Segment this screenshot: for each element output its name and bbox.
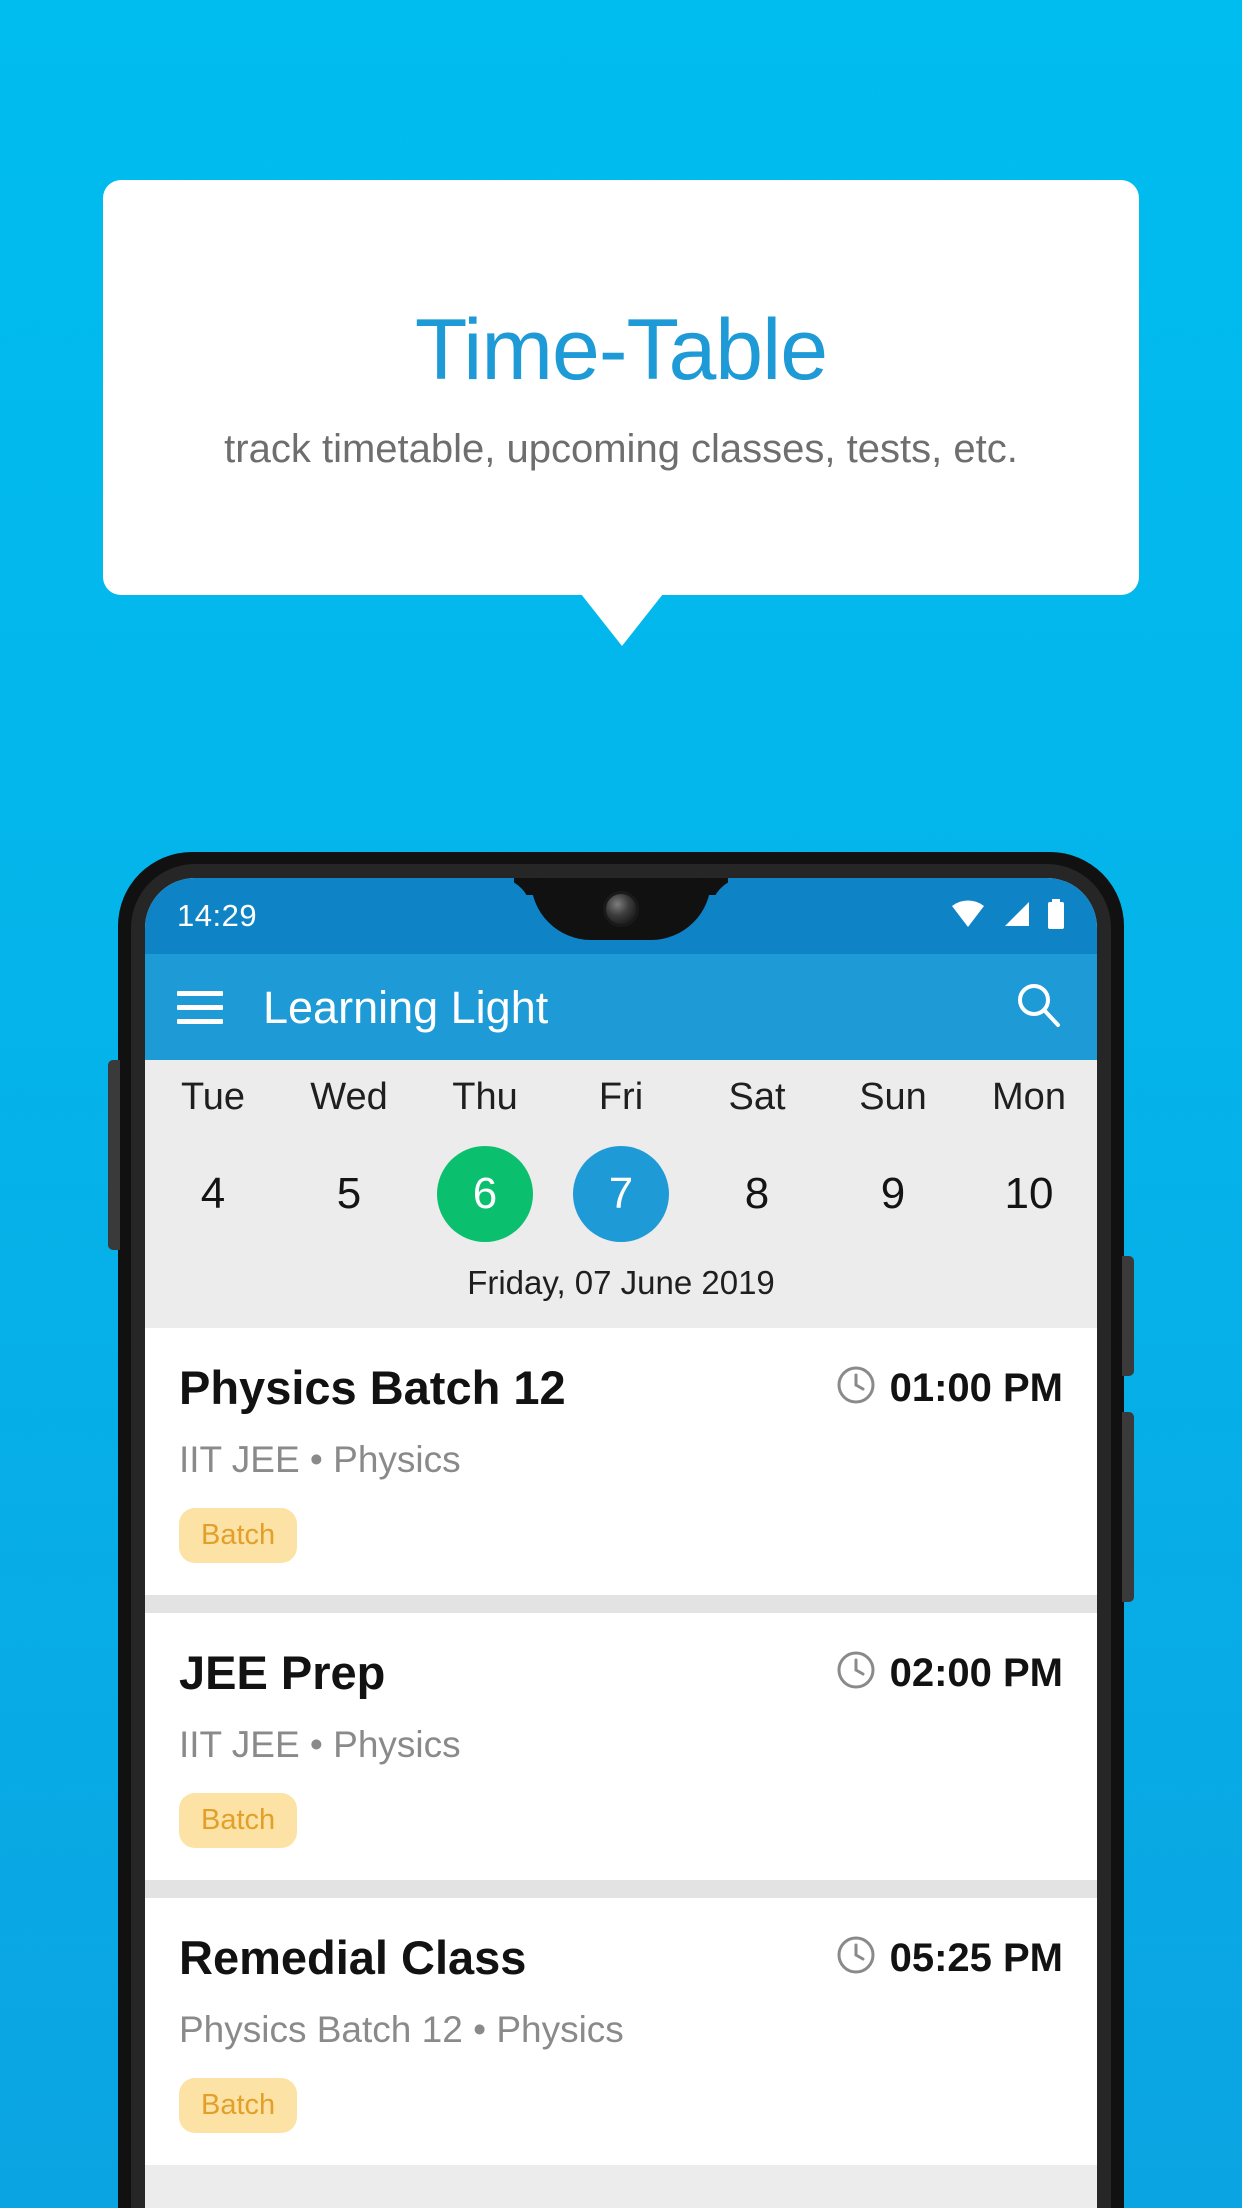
left-side-button[interactable] (108, 1060, 120, 1250)
volume-button[interactable] (1122, 1412, 1134, 1602)
event-time-group: 05:25 PM (836, 1935, 1063, 1980)
event-card[interactable]: JEE Prep 02:00 PM IIT JEE • Physics Batc… (145, 1613, 1097, 1880)
event-card[interactable]: Physics Batch 12 01:00 PM IIT JEE • Phys… (145, 1328, 1097, 1595)
event-card[interactable]: Remedial Class 05:25 PM Physics Batch 12… (145, 1898, 1097, 2165)
day-name-label: Thu (452, 1076, 518, 1118)
event-subtitle: IIT JEE • Physics (179, 1439, 461, 1480)
phone-mockup: 14:29 Learning Light Tue Wed Thu Fri Sat… (108, 852, 1134, 2208)
event-title: JEE Prep (179, 1646, 386, 1699)
app-bar-title: Learning Light (263, 981, 549, 1033)
event-subtitle: IIT JEE • Physics (179, 1724, 461, 1765)
event-title: Physics Batch 12 (179, 1361, 566, 1414)
promo-bubble: Time-Table track timetable, upcoming cla… (103, 180, 1139, 595)
day-number-label: 9 (880, 1169, 906, 1218)
status-bar-icons (951, 898, 1065, 934)
calendar-day-cell[interactable]: Mon (961, 1076, 1097, 1138)
calendar-date-cell-6[interactable]: 6 (417, 1146, 553, 1242)
event-time: 05:25 PM (889, 1935, 1063, 1980)
event-card-header: JEE Prep 02:00 PM (179, 1649, 1063, 1696)
day-name-label: Fri (598, 1076, 644, 1118)
speech-bubble-tail (581, 594, 663, 646)
event-time-group: 01:00 PM (836, 1365, 1063, 1410)
calendar-date-cell-10[interactable]: 10 (961, 1146, 1097, 1242)
signal-icon (1001, 900, 1031, 933)
day-number-label: 5 (336, 1169, 362, 1218)
status-badge: Batch (179, 1793, 298, 1848)
page-subtitle: track timetable, upcoming classes, tests… (224, 426, 1018, 471)
selected-date-label: Friday, 07 June 2019 (467, 1264, 775, 1301)
calendar-strip: Tue Wed Thu Fri Sat Sun Mon 4 5 6 7 8 9 … (145, 1060, 1097, 1328)
status-badge: Batch (179, 1508, 298, 1563)
calendar-date-cell-5[interactable]: 5 (281, 1146, 417, 1242)
calendar-date-cell-8[interactable]: 8 (689, 1146, 825, 1242)
status-badge: Batch (179, 2078, 298, 2133)
clock-icon (836, 1935, 876, 1980)
calendar-day-numbers: 4 5 6 7 8 9 10 (145, 1146, 1097, 1242)
day-name-label: Wed (310, 1076, 388, 1118)
camera-notch (531, 878, 711, 940)
day-name-label: Sun (859, 1076, 927, 1118)
app-bar: Learning Light (145, 954, 1097, 1060)
search-icon[interactable] (1013, 979, 1065, 1036)
calendar-day-cell[interactable]: Thu (417, 1076, 553, 1138)
event-subtitle: Physics Batch 12 • Physics (179, 2009, 624, 2050)
page-title: Time-Table (414, 301, 828, 398)
calendar-date-cell-7[interactable]: 7 (553, 1146, 689, 1242)
calendar-date-cell-9[interactable]: 9 (825, 1146, 961, 1242)
calendar-date-cell-4[interactable]: 4 (145, 1146, 281, 1242)
event-card-header: Remedial Class 05:25 PM (179, 1934, 1063, 1981)
calendar-day-names: Tue Wed Thu Fri Sat Sun Mon (145, 1076, 1097, 1138)
power-button[interactable] (1122, 1256, 1134, 1376)
event-list: Physics Batch 12 01:00 PM IIT JEE • Phys… (145, 1328, 1097, 2165)
wifi-icon (951, 899, 985, 933)
calendar-day-cell[interactable]: Wed (281, 1076, 417, 1138)
event-card-header: Physics Batch 12 01:00 PM (179, 1364, 1063, 1411)
day-number-label-today: 6 (437, 1146, 533, 1242)
day-name-label: Sat (728, 1076, 786, 1118)
event-time-group: 02:00 PM (836, 1650, 1063, 1695)
day-number-label: 10 (1004, 1169, 1054, 1218)
clock-icon (836, 1650, 876, 1695)
battery-icon (1047, 898, 1065, 934)
calendar-day-cell[interactable]: Fri (553, 1076, 689, 1138)
status-bar-time: 14:29 (177, 898, 258, 933)
status-bar: 14:29 (145, 878, 1097, 954)
event-title: Remedial Class (179, 1931, 527, 1984)
day-name-label: Tue (180, 1076, 246, 1118)
day-number-label: 4 (200, 1169, 226, 1218)
day-number-label: 8 (744, 1169, 770, 1218)
front-camera-icon (606, 894, 636, 924)
day-number-label-selected: 7 (573, 1146, 669, 1242)
calendar-day-cell[interactable]: Sun (825, 1076, 961, 1138)
calendar-day-cell[interactable]: Sat (689, 1076, 825, 1138)
day-name-label: Mon (992, 1076, 1066, 1118)
event-time: 02:00 PM (889, 1650, 1063, 1695)
calendar-day-cell[interactable]: Tue (145, 1076, 281, 1138)
event-time: 01:00 PM (889, 1365, 1063, 1410)
hamburger-menu-icon[interactable] (177, 990, 223, 1024)
clock-icon (836, 1365, 876, 1410)
phone-screen: 14:29 Learning Light Tue Wed Thu Fri Sat… (145, 878, 1097, 2208)
